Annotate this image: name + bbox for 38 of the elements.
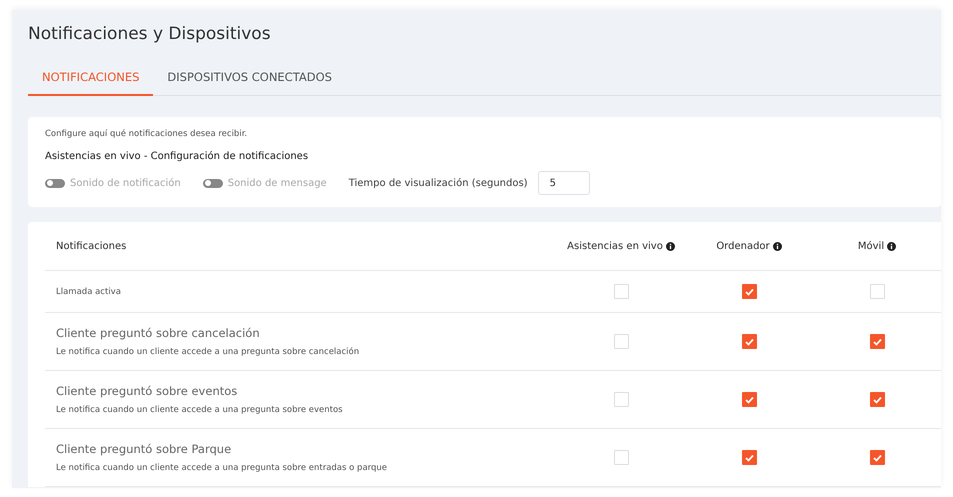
row-title: Cliente preguntó sobre eventos <box>56 384 238 398</box>
checkmark-icon <box>872 454 882 462</box>
toggle-switch[interactable] <box>202 178 223 188</box>
section-heading: Asistencias en vivo - Configuración de notificaciones <box>45 151 310 162</box>
intro-text: Configure aquí qué notificaciones desea recibir. <box>45 129 248 139</box>
checkbox[interactable] <box>742 392 756 407</box>
row-title: Cliente preguntó sobre cancelación <box>56 326 261 340</box>
row-description: Le notifica cuando un cliente accede a una pregunta sobre cancelación <box>56 347 360 357</box>
checkmark-icon <box>872 338 882 346</box>
row-description: Le notifica cuando un cliente accede a una pregunta sobre entradas o parque <box>56 463 388 473</box>
toggle-label: Sonido de mensage <box>228 178 327 188</box>
row-description: Le notifica cuando un cliente accede a una pregunta sobre eventos <box>56 405 344 415</box>
checkbox[interactable] <box>742 334 756 349</box>
column-header: Asistencias en vivo <box>567 240 663 252</box>
toggle-switch[interactable] <box>45 178 65 188</box>
checkmark-icon <box>744 396 754 404</box>
toggle-label: Sonido de notificación <box>70 178 181 188</box>
checkbox[interactable] <box>870 392 884 407</box>
field-label: Tiempo de visualización (segundos) <box>348 178 528 188</box>
info-icon <box>666 242 675 250</box>
checkbox[interactable] <box>870 334 884 349</box>
checkmark-icon <box>744 338 754 346</box>
checkbox[interactable] <box>742 284 756 299</box>
checkmark-icon <box>872 396 882 404</box>
tab[interactable]: DISPOSITIVOS CONECTADOS <box>153 70 346 96</box>
column-header: Ordenador <box>716 240 770 252</box>
seconds-field[interactable]: 5 <box>538 171 590 195</box>
row-title: Cliente preguntó sobre Parque <box>56 442 232 456</box>
checkmark-icon <box>744 288 754 296</box>
page-title: Notificaciones y Dispositivos <box>28 24 272 44</box>
column-header: Notificaciones <box>56 240 126 252</box>
checkbox[interactable] <box>870 450 884 465</box>
checkmark-icon <box>744 454 754 462</box>
row-title: Llamada activa <box>56 286 122 296</box>
checkbox[interactable] <box>742 450 756 465</box>
info-icon <box>772 242 782 250</box>
column-header: Móvil <box>858 240 884 252</box>
info-icon <box>887 242 896 250</box>
